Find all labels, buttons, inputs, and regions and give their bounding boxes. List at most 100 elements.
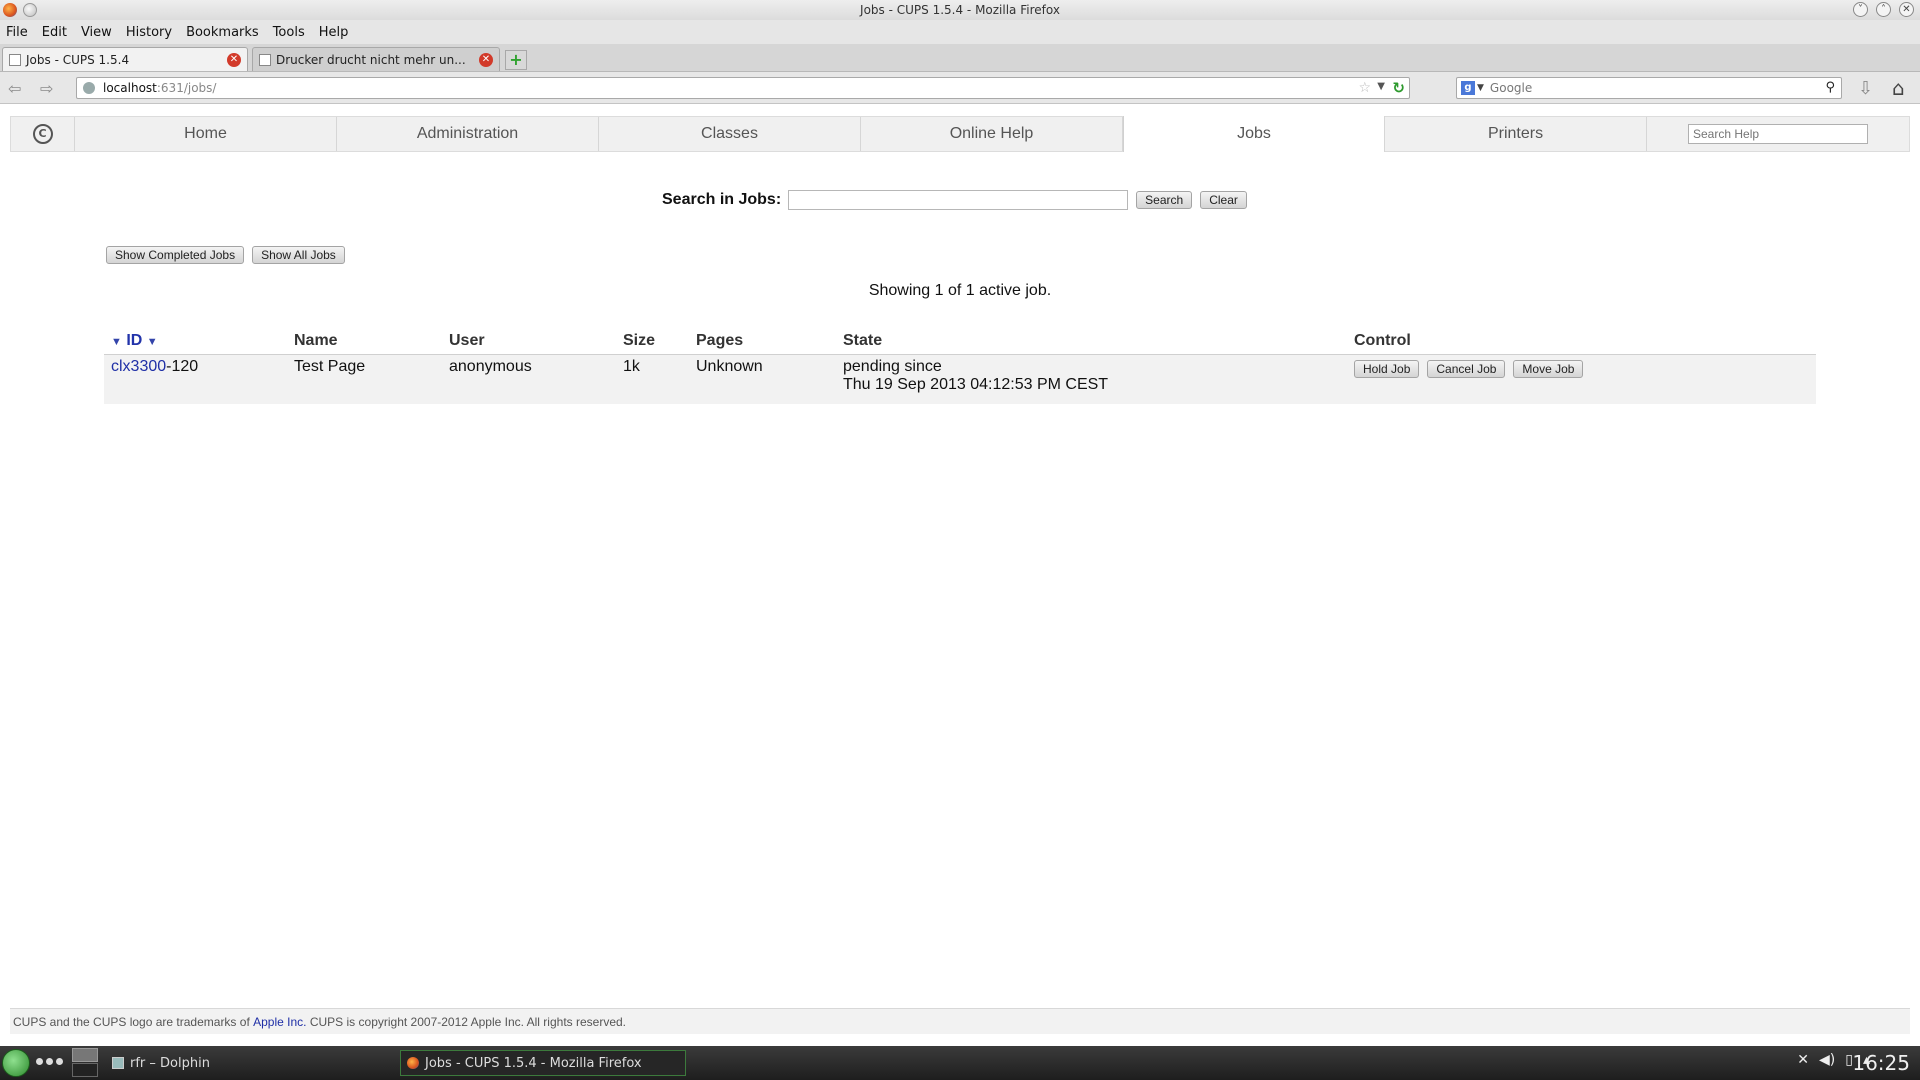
job-state-status: pending since: [843, 357, 942, 375]
job-state-time: Thu 19 Sep 2013 04:12:53 PM CEST: [843, 375, 1109, 393]
help-search-area: [1647, 117, 1909, 151]
firefox-icon: [407, 1057, 419, 1069]
url-dropdown-icon[interactable]: ▼: [1377, 81, 1385, 92]
menu-history[interactable]: History: [126, 25, 172, 40]
task-firefox[interactable]: Jobs - CUPS 1.5.4 - Mozilla Firefox: [400, 1050, 686, 1076]
hold-job-button[interactable]: Hold Job: [1354, 359, 1420, 378]
network-icon[interactable]: ✕: [1797, 1052, 1809, 1068]
job-name-cell: Test Page: [287, 354, 442, 404]
tab-jobs[interactable]: Jobs - CUPS 1.5.4 ✕: [2, 47, 248, 71]
nav-home[interactable]: Home: [75, 117, 337, 151]
job-search-label: Search in Jobs:: [662, 191, 782, 208]
url-host: localhost: [103, 81, 157, 95]
footer-text-after: CUPS is copyright 2007-2012 Apple Inc. A…: [309, 1014, 627, 1029]
job-size-cell: 1k: [616, 354, 689, 404]
sort-down-icon[interactable]: ▼: [111, 336, 122, 348]
nav-classes[interactable]: Classes: [599, 117, 861, 151]
reload-icon[interactable]: ↻: [1392, 79, 1405, 97]
google-engine-icon[interactable]: g: [1461, 81, 1475, 95]
job-search-form: Search in Jobs: Search Clear: [662, 190, 1247, 210]
tab-label: Drucker drucht nicht mehr un...: [276, 52, 466, 67]
nav-administration[interactable]: Administration: [337, 117, 599, 151]
jobs-table: ▼ ID ▼ Name User Size Pages State Contro…: [104, 332, 1816, 404]
cups-navigation: C Home Administration Classes Online Hel…: [10, 116, 1910, 152]
tab-label: Jobs - CUPS 1.5.4: [26, 52, 130, 67]
nav-printers[interactable]: Printers: [1385, 117, 1647, 151]
new-tab-button[interactable]: +: [505, 50, 527, 70]
page-footer: CUPS and the CUPS logo are trademarks of…: [10, 1008, 1910, 1034]
column-id[interactable]: ▼ ID ▼: [104, 332, 287, 355]
titlebar-left-icons: [3, 3, 37, 17]
menu-bar: File Edit View History Bookmarks Tools H…: [0, 20, 1920, 44]
cups-logo[interactable]: C: [11, 117, 75, 151]
job-state-cell: pending since Thu 19 Sep 2013 04:12:53 P…: [836, 354, 1347, 404]
nav-jobs[interactable]: Jobs: [1123, 116, 1385, 152]
firefox-icon[interactable]: [3, 3, 17, 17]
dolphin-icon: [112, 1057, 124, 1069]
volume-icon[interactable]: ◀): [1819, 1052, 1835, 1068]
job-user-cell: anonymous: [442, 354, 616, 404]
cups-logo-icon: C: [32, 124, 53, 144]
window-menu-icon[interactable]: [23, 3, 37, 17]
table-row: clx3300-120 Test Page anonymous 1k Unkno…: [104, 354, 1816, 404]
show-all-jobs-button[interactable]: Show All Jobs: [252, 246, 345, 264]
menu-view[interactable]: View: [81, 25, 112, 40]
column-name: Name: [287, 332, 442, 355]
url-path: :631/jobs/: [156, 81, 217, 95]
job-id-cell: clx3300-120: [104, 354, 287, 404]
job-pages-cell: Unknown: [689, 354, 836, 404]
download-icon[interactable]: ⇩: [1858, 78, 1873, 99]
menu-tools[interactable]: Tools: [273, 25, 305, 40]
application-launcher-icon[interactable]: [2, 1049, 30, 1077]
home-icon[interactable]: ⌂: [1892, 76, 1905, 100]
tab-bar: Jobs - CUPS 1.5.4 ✕ Drucker drucht nicht…: [0, 44, 1920, 72]
printer-link[interactable]: clx3300: [111, 358, 166, 375]
minimize-icon[interactable]: ˅: [1853, 2, 1868, 17]
page-icon: [259, 53, 271, 66]
cancel-job-button[interactable]: Cancel Job: [1427, 359, 1506, 378]
table-header-row: ▼ ID ▼ Name User Size Pages State Contro…: [104, 332, 1816, 355]
sort-down-icon[interactable]: ▼: [147, 336, 158, 348]
window-title: Jobs - CUPS 1.5.4 - Mozilla Firefox: [860, 3, 1060, 17]
web-search-placeholder: Google: [1489, 81, 1533, 95]
menu-file[interactable]: File: [6, 25, 28, 40]
site-identity-icon[interactable]: [83, 82, 95, 94]
url-bar[interactable]: localhost:631/jobs/ ☆ ▼ ↻: [76, 77, 1410, 99]
column-user: User: [442, 332, 616, 355]
task-dolphin[interactable]: rfr – Dolphin: [106, 1050, 392, 1076]
show-completed-jobs-button[interactable]: Show Completed Jobs: [106, 246, 245, 264]
tab-close-icon[interactable]: ✕: [479, 53, 493, 67]
back-arrow-icon[interactable]: ⇦: [8, 79, 21, 98]
menu-help[interactable]: Help: [319, 25, 349, 40]
engine-dropdown-icon[interactable]: ▼: [1477, 83, 1484, 93]
navigation-bar: ⇦ ⇨ localhost:631/jobs/ ☆ ▼ ↻ g ▼ Google…: [0, 72, 1920, 104]
move-job-button[interactable]: Move Job: [1513, 359, 1584, 378]
job-control-cell: Hold Job Cancel Job Move Job: [1347, 354, 1816, 404]
taskbar: rfr – Dolphin Jobs - CUPS 1.5.4 - Mozill…: [0, 1046, 1920, 1080]
forward-arrow-icon[interactable]: ⇨: [40, 79, 53, 98]
tab-drucker[interactable]: Drucker drucht nicht mehr un... ✕: [252, 47, 500, 71]
bookmark-star-icon[interactable]: ☆: [1358, 80, 1371, 96]
close-icon[interactable]: ✕: [1899, 2, 1914, 17]
tab-close-icon[interactable]: ✕: [227, 53, 241, 67]
menu-edit[interactable]: Edit: [42, 25, 67, 40]
nav-online-help[interactable]: Online Help: [861, 117, 1123, 151]
desktop-pager[interactable]: [72, 1048, 100, 1078]
search-button[interactable]: Search: [1136, 191, 1193, 209]
binoculars-icon[interactable]: ⚲: [1825, 80, 1835, 95]
maximize-icon[interactable]: ˄: [1876, 2, 1891, 17]
help-search-input[interactable]: [1688, 124, 1868, 144]
id-header-link[interactable]: ID: [126, 332, 142, 349]
column-pages: Pages: [689, 332, 836, 355]
column-control: Control: [1347, 332, 1816, 355]
job-search-input[interactable]: [788, 190, 1129, 210]
clear-button[interactable]: Clear: [1200, 191, 1247, 209]
web-search-bar[interactable]: g ▼ Google ⚲: [1456, 77, 1842, 99]
job-number: -120: [166, 357, 199, 375]
activities-icon[interactable]: [36, 1058, 63, 1065]
column-state: State: [836, 332, 1347, 355]
job-control-buttons: Hold Job Cancel Job Move Job: [1354, 358, 1809, 378]
apple-link[interactable]: Apple Inc.: [253, 1015, 306, 1029]
clock[interactable]: 16:25: [1852, 1051, 1910, 1075]
menu-bookmarks[interactable]: Bookmarks: [186, 25, 259, 40]
